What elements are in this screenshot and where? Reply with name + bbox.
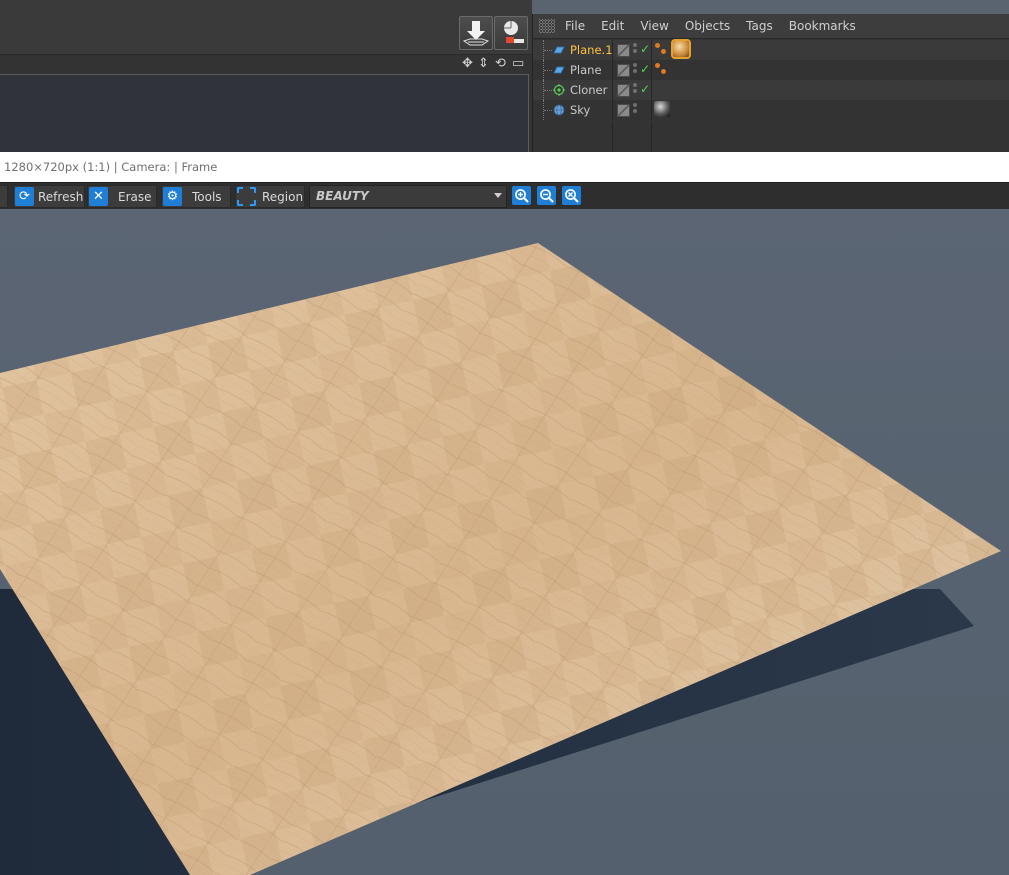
editor-visibility-toggle[interactable]	[617, 44, 630, 57]
zoom-out-icon	[540, 189, 554, 203]
scale-view-icon[interactable]: ⇕	[478, 56, 489, 72]
erase-label: Erase	[118, 189, 152, 204]
region-label: Region	[262, 189, 304, 204]
download-arrow-icon	[462, 21, 490, 46]
move-view-icon[interactable]: ✥	[462, 56, 473, 72]
object-row-cloner[interactable]: Cloner ✓	[533, 80, 1009, 100]
refresh-button[interactable]: ⟳ Refresh	[13, 185, 85, 208]
tree-line	[543, 100, 552, 120]
chevron-down-icon	[494, 193, 502, 198]
menu-edit[interactable]: Edit	[593, 19, 632, 33]
render-pass-select[interactable]: BEAUTY	[309, 185, 507, 208]
tree-line	[543, 80, 552, 100]
render-pass-value: BEAUTY	[316, 189, 369, 203]
render-toolbar: ⟳ Refresh ✕ Erase ⚙ Tools Region BEAUTY	[0, 182, 1009, 210]
plane-icon	[553, 66, 565, 74]
sky-material-tag-icon[interactable]	[654, 101, 670, 117]
gear-icon: ⚙	[163, 187, 182, 206]
erase-button[interactable]: ✕ Erase	[87, 185, 157, 208]
editor-visibility-toggle[interactable]	[617, 104, 630, 117]
toolbar-overflow-button[interactable]	[0, 185, 8, 208]
editor-visibility-toggle[interactable]	[617, 84, 630, 97]
phong-tag-icon[interactable]	[655, 43, 667, 57]
maximize-view-icon[interactable]: ▭	[512, 56, 524, 72]
menu-objects[interactable]: Objects	[677, 19, 738, 33]
zoom-reset-button[interactable]	[562, 186, 581, 205]
object-row-sky[interactable]: Sky	[533, 100, 1009, 120]
tools-button[interactable]: ⚙ Tools	[161, 185, 231, 208]
render-settings-button[interactable]	[494, 16, 528, 50]
enabled-check-icon[interactable]: ✓	[640, 82, 650, 96]
editor-visibility-toggle[interactable]	[617, 64, 630, 77]
phong-tag-icon[interactable]	[655, 63, 667, 77]
plane-icon	[553, 46, 565, 54]
panel-grip-icon[interactable]	[539, 19, 555, 33]
erase-icon: ✕	[89, 187, 108, 206]
menu-file[interactable]: File	[557, 19, 593, 33]
rendered-image	[0, 209, 1009, 875]
render-settings-icon	[504, 21, 524, 43]
enabled-check-icon[interactable]: ✓	[640, 42, 650, 56]
zoom-in-icon	[515, 189, 529, 203]
menu-tags[interactable]: Tags	[738, 19, 781, 33]
menu-bookmarks[interactable]: Bookmarks	[781, 19, 864, 33]
visibility-dots[interactable]	[633, 83, 637, 95]
visibility-dots[interactable]	[633, 103, 637, 115]
viewport-toolbar-strip	[0, 0, 532, 55]
object-manager-empty-area[interactable]	[533, 122, 1009, 152]
cloner-icon	[553, 84, 565, 96]
region-button[interactable]: Region	[235, 185, 305, 208]
viewport-header: ✥ ⇕ ⟲ ▭	[0, 0, 532, 153]
render-view[interactable]	[0, 209, 1009, 875]
object-name[interactable]: Plane	[570, 63, 602, 77]
menu-view[interactable]: View	[632, 19, 676, 33]
zoom-out-button[interactable]	[537, 186, 556, 205]
tree-line	[543, 60, 552, 80]
render-status-text: 1280×720px (1:1) | Camera: | Frame	[4, 160, 218, 174]
zoom-reset-icon	[565, 189, 579, 203]
refresh-icon: ⟳	[15, 187, 34, 206]
render-download-button[interactable]	[459, 16, 493, 50]
render-status-bar: 1280×720px (1:1) | Camera: | Frame	[0, 152, 1009, 182]
visibility-dots[interactable]	[633, 63, 637, 75]
tree-line	[543, 40, 552, 60]
object-name[interactable]: Cloner	[570, 83, 607, 97]
object-row-plane-1[interactable]: Plane.1 ✓	[533, 39, 1009, 60]
rotate-view-icon[interactable]: ⟲	[495, 56, 506, 72]
refresh-label: Refresh	[38, 189, 84, 204]
region-select-icon	[237, 187, 256, 206]
object-row-plane[interactable]: Plane ✓	[533, 60, 1009, 80]
object-name[interactable]: Plane.1	[570, 43, 613, 57]
material-tag-icon[interactable]	[671, 39, 691, 59]
sky-icon	[553, 104, 565, 116]
viewport-panel[interactable]	[0, 74, 529, 153]
object-list: Plane.1 ✓ Plane ✓ Cloner ✓ Sky	[533, 39, 1009, 120]
zoom-in-button[interactable]	[512, 186, 531, 205]
visibility-dots[interactable]	[633, 43, 637, 55]
object-name[interactable]: Sky	[570, 103, 590, 117]
tools-label: Tools	[192, 189, 222, 204]
enabled-check-icon[interactable]: ✓	[640, 62, 650, 76]
object-manager: File Edit View Objects Tags Bookmarks Pl…	[532, 14, 1009, 152]
object-manager-menubar: File Edit View Objects Tags Bookmarks	[533, 14, 1009, 39]
